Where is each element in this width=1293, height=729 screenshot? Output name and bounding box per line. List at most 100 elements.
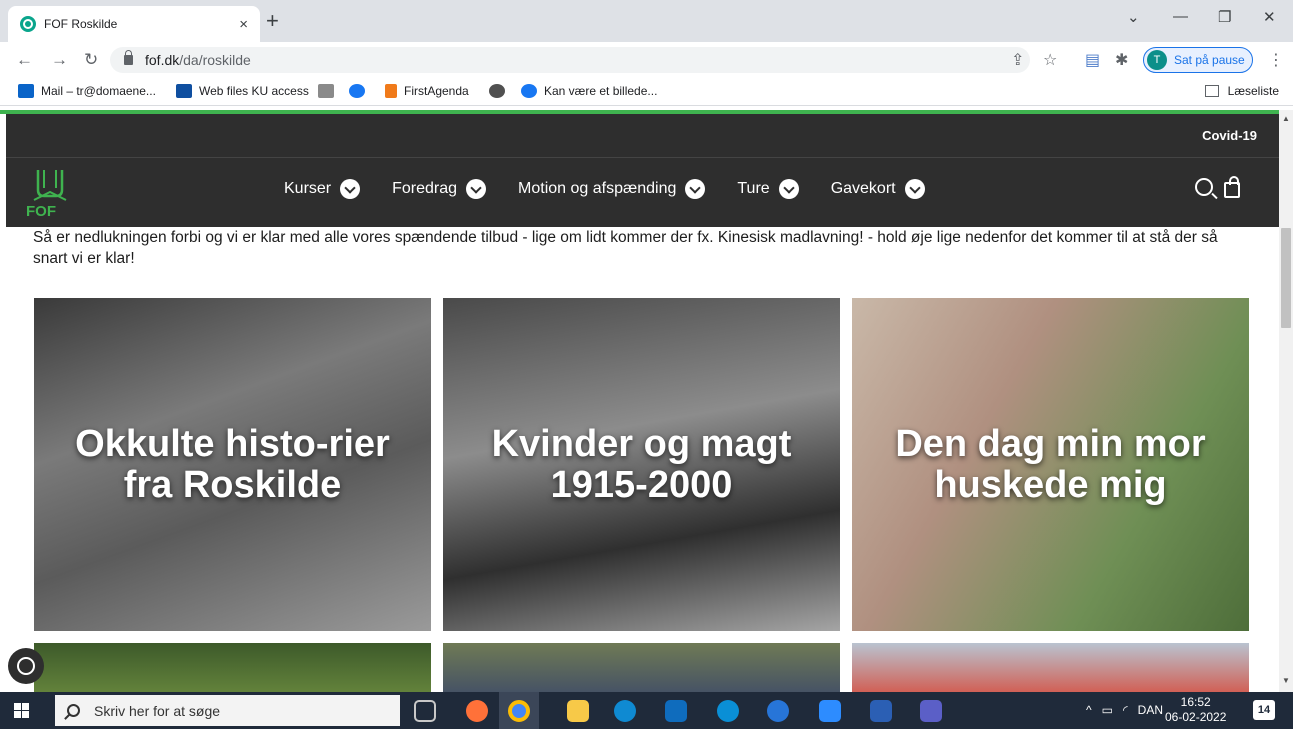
teams-icon[interactable] <box>920 700 942 722</box>
close-tab-icon[interactable]: × <box>239 16 248 33</box>
edge-icon[interactable] <box>614 700 636 722</box>
menu-icon[interactable]: ⋮ <box>1268 50 1284 70</box>
outlook-icon <box>18 84 34 98</box>
language-indicator[interactable]: DAN <box>1138 703 1163 717</box>
zoom-icon[interactable] <box>819 700 841 722</box>
accessibility-button[interactable] <box>8 648 44 684</box>
course-card[interactable]: Kvinder og magt 1915-2000 <box>443 298 840 631</box>
word-icon[interactable] <box>870 700 892 722</box>
chrome-icon[interactable] <box>508 700 530 722</box>
docs-extension-icon[interactable]: ▤ <box>1085 50 1100 70</box>
chevron-down-icon[interactable] <box>904 179 925 199</box>
share-icon[interactable]: ⇪ <box>1011 50 1024 70</box>
tab-title: FOF Roskilde <box>44 17 118 31</box>
page-scrollbar[interactable]: ▲ ▼ <box>1279 110 1293 692</box>
reading-list-label: Læseliste <box>1227 84 1279 98</box>
facebook-icon <box>349 84 365 98</box>
bookmarks-bar: Mail – tr@domaene... Web files KU access… <box>0 78 1293 106</box>
page-viewport: Covid-19 FOF Kurser Foredrag Motion og a… <box>0 110 1293 692</box>
taskbar-search-placeholder: Skriv her for at søge <box>94 702 221 719</box>
bookmark-facebook-image[interactable]: Kan være et billede... <box>521 84 657 98</box>
scroll-down-icon[interactable]: ▼ <box>1282 676 1290 685</box>
site-topbar: Covid-19 <box>6 114 1279 157</box>
bookmark-star-icon[interactable]: ☆ <box>1043 50 1057 70</box>
drive-icon <box>176 84 192 98</box>
search-icon[interactable] <box>1195 178 1213 196</box>
menu-label: Kurser <box>284 180 332 197</box>
chevron-down-icon[interactable] <box>778 179 799 199</box>
profile-button[interactable]: T Sat på pause <box>1143 47 1253 73</box>
bookmark-webfiles[interactable]: Web files KU access <box>176 84 309 98</box>
card-title: Okkulte histo-rier fra Roskilde <box>75 422 390 506</box>
course-card[interactable]: Den dag min mor huskede mig <box>852 298 1249 631</box>
lock-icon <box>124 50 133 65</box>
browser-tab[interactable]: FOF Roskilde × <box>8 6 260 42</box>
system-clock[interactable]: 16:52 06-02-2022 <box>1165 695 1226 725</box>
url-path: /da/roskilde <box>179 52 251 68</box>
course-card[interactable] <box>34 643 431 692</box>
menu-item-kurser[interactable]: Kurser <box>284 179 361 199</box>
firstagenda-icon <box>385 84 397 98</box>
bookmark-bank[interactable] <box>318 84 341 98</box>
clock-date: 06-02-2022 <box>1165 710 1227 724</box>
globe-icon <box>489 84 505 98</box>
bookmark-label: Web files KU access <box>199 84 309 98</box>
main-menu: Kurser Foredrag Motion og afspænding Tur… <box>284 179 957 199</box>
card-title: Den dag min mor huskede mig <box>895 422 1206 506</box>
chevron-down-icon[interactable] <box>685 179 706 199</box>
battery-icon[interactable]: ▭ <box>1102 703 1113 717</box>
tab-strip: FOF Roskilde × + ⌄ — ❐ ✕ <box>0 0 1293 42</box>
fof-logo[interactable]: FOF <box>24 166 76 220</box>
address-bar[interactable]: fof.dk /da/roskilde <box>110 47 1030 73</box>
system-tray: ^ ▭ ◜ DAN <box>1086 703 1163 717</box>
close-window-icon[interactable]: ✕ <box>1263 8 1276 26</box>
shopping-bag-icon[interactable] <box>1224 176 1240 198</box>
menu-label: Foredrag <box>392 180 458 197</box>
scroll-thumb[interactable] <box>1281 228 1291 328</box>
menu-item-foredrag[interactable]: Foredrag <box>392 179 487 199</box>
scroll-up-icon[interactable]: ▲ <box>1282 114 1290 123</box>
firefox-icon[interactable] <box>466 700 488 722</box>
forward-icon[interactable]: → <box>51 50 68 70</box>
course-card[interactable] <box>443 643 840 692</box>
covid-link[interactable]: Covid-19 <box>1202 128 1257 143</box>
back-icon[interactable]: ← <box>16 50 33 70</box>
outlook-icon[interactable] <box>665 700 687 722</box>
profile-status: Sat på pause <box>1174 53 1245 67</box>
taskbar-search[interactable]: Skriv her for at søge <box>55 695 400 726</box>
facebook-icon <box>521 84 537 98</box>
restore-icon[interactable]: ❐ <box>1218 8 1231 26</box>
bookmark-firstagenda[interactable]: FirstAgenda <box>385 84 469 98</box>
bookmark-mail[interactable]: Mail – tr@domaene... <box>18 84 156 98</box>
notification-center-icon[interactable]: 14 <box>1253 700 1275 720</box>
reload-icon[interactable]: ↻ <box>84 50 98 70</box>
course-card[interactable]: Okkulte histo-rier fra Roskilde <box>34 298 431 631</box>
new-tab-button[interactable]: + <box>266 10 279 32</box>
windows-start-icon[interactable] <box>14 703 29 718</box>
minimize-icon[interactable]: — <box>1173 8 1188 25</box>
wifi-icon[interactable]: ◜ <box>1123 703 1128 717</box>
course-card[interactable] <box>852 643 1249 692</box>
bookmark-globe[interactable] <box>489 84 512 98</box>
chevron-up-icon[interactable]: ^ <box>1086 703 1092 717</box>
skype-business-icon[interactable] <box>767 700 789 722</box>
search-icon <box>67 704 80 717</box>
clock-time: 16:52 <box>1180 695 1211 709</box>
file-explorer-icon[interactable] <box>567 700 589 722</box>
accessibility-icon <box>17 657 35 675</box>
bank-icon <box>318 84 334 98</box>
reading-list-button[interactable]: Læseliste <box>1204 84 1279 98</box>
extensions-icon[interactable]: ✱ <box>1115 50 1128 70</box>
skype-icon[interactable] <box>717 700 739 722</box>
menu-item-ture[interactable]: Ture <box>737 179 799 199</box>
menu-item-gavekort[interactable]: Gavekort <box>831 179 925 199</box>
chevron-down-icon[interactable] <box>340 179 361 199</box>
menu-label: Ture <box>737 180 770 197</box>
bookmark-label: FirstAgenda <box>404 84 469 98</box>
bookmark-facebook[interactable] <box>349 84 372 98</box>
chevron-down-icon[interactable] <box>466 179 487 199</box>
menu-item-motion[interactable]: Motion og afspænding <box>518 179 706 199</box>
tab-search-icon[interactable]: ⌄ <box>1127 8 1140 26</box>
fof-favicon-icon <box>20 16 36 32</box>
task-view-icon[interactable] <box>414 700 436 722</box>
